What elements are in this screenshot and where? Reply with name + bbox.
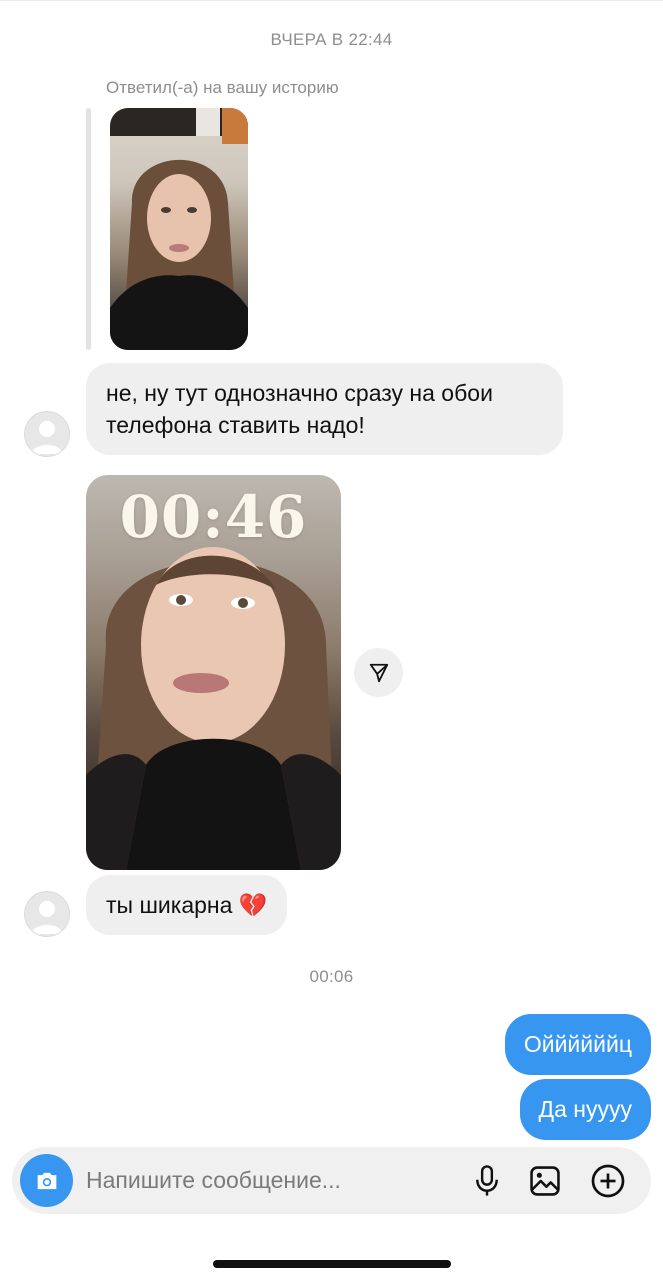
photo-clock-overlay: 00:46: [119, 483, 308, 551]
message-composer: [12, 1147, 651, 1214]
photo-message[interactable]: 00:46: [86, 475, 341, 870]
top-divider: [0, 0, 663, 1]
story-thumbnail-art: [110, 108, 248, 350]
outgoing-message[interactable]: Оййййййц: [504, 1014, 651, 1075]
gallery-button[interactable]: [525, 1161, 565, 1201]
incoming-message[interactable]: не, ну тут однозначно сразу на обои теле…: [86, 363, 563, 455]
microphone-icon: [476, 1165, 498, 1196]
avatar[interactable]: [24, 891, 70, 937]
reply-quote-bar: [86, 108, 91, 350]
microphone-button[interactable]: [467, 1161, 507, 1201]
time-separator: 00:06: [309, 967, 354, 986]
camera-icon: [37, 1172, 56, 1189]
story-reply-label: Ответил(-а) на вашу историю: [106, 78, 339, 97]
outgoing-message[interactable]: Да нуууу: [519, 1079, 651, 1140]
share-button[interactable]: [354, 648, 403, 697]
add-button[interactable]: [588, 1161, 628, 1201]
camera-button[interactable]: [20, 1154, 73, 1207]
home-indicator: [213, 1260, 451, 1268]
image-icon: [530, 1166, 560, 1196]
message-input[interactable]: [86, 1147, 446, 1214]
paper-plane-icon: [369, 663, 388, 682]
date-separator: ВЧЕРА В 22:44: [270, 30, 393, 49]
story-thumbnail[interactable]: [110, 108, 248, 350]
avatar[interactable]: [24, 411, 70, 457]
plus-circle-icon: [591, 1164, 625, 1198]
incoming-message[interactable]: ты шикарна 💔: [86, 875, 288, 935]
avatar-placeholder-icon: [31, 421, 63, 454]
avatar-placeholder-icon: [31, 901, 63, 934]
